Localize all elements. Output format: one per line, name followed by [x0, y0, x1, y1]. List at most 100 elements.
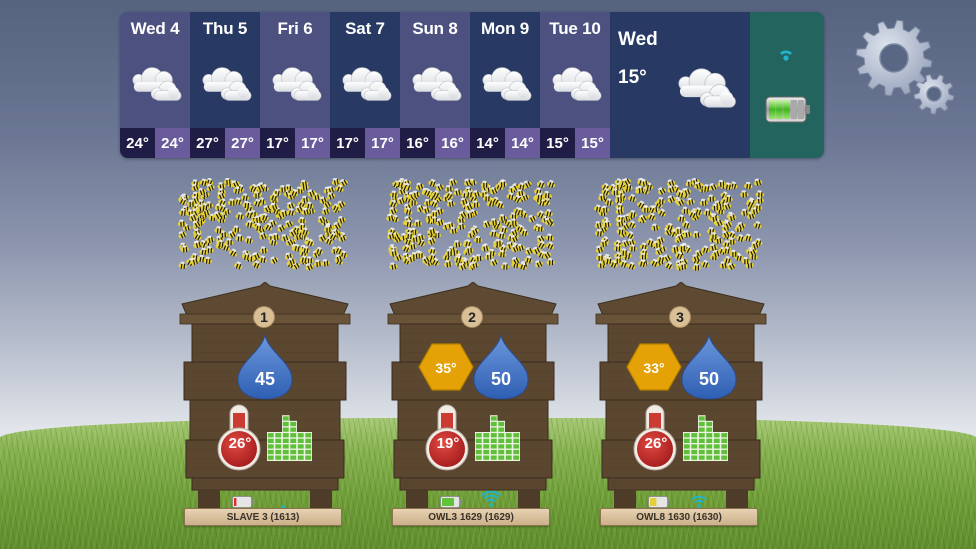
bee [389, 190, 399, 198]
bee [528, 214, 537, 223]
hive-card[interactable]: 1 45 26° SLAVE 3 (1613) [170, 178, 360, 528]
forecast-low: 24° [120, 128, 155, 158]
bee [674, 226, 684, 234]
hive-card[interactable]: 3 33° 50 26° OWL8 1630 (1630) [586, 178, 776, 528]
humidity-value: 45 [254, 369, 276, 389]
current-weather[interactable]: Wed 15° [610, 12, 750, 158]
wifi-icon [281, 505, 285, 509]
weather-panel: Wed 4 24° 24° Thu 5 27° 27° Fri 6 17° 17° S… [120, 12, 824, 158]
bee [703, 208, 712, 216]
cloudy-icon [412, 67, 462, 101]
bee [178, 261, 187, 269]
bee [600, 205, 610, 213]
bee [743, 233, 753, 242]
hive-number-badge: 1 [253, 306, 275, 328]
hive-card[interactable]: 2 35° 50 19° OWL3 1629 (1629) [378, 178, 568, 528]
bee [480, 180, 490, 188]
bee [692, 263, 701, 271]
bee [235, 234, 244, 242]
bee [596, 253, 605, 261]
bee [473, 235, 483, 244]
forecast-day[interactable]: Thu 5 27° 27° [190, 12, 260, 158]
bee [709, 243, 718, 251]
bee [244, 236, 253, 244]
humidity-drop-icon [681, 334, 737, 400]
bee [235, 212, 244, 220]
cloudy-icon [202, 67, 252, 101]
forecast-day-name: Tue 10 [549, 19, 601, 38]
bee [525, 247, 534, 255]
bee [389, 262, 398, 270]
wifi-icon [780, 50, 792, 61]
battery-fill [650, 498, 657, 506]
bee [627, 261, 636, 270]
bee [234, 261, 243, 270]
forecast-day[interactable]: Wed 4 24° 24° [120, 12, 190, 158]
forecast-low: 15° [540, 128, 575, 158]
hive-label: OWL8 1630 (1630) [600, 508, 758, 526]
bee [753, 178, 763, 186]
bee [707, 194, 716, 202]
bee [699, 198, 708, 207]
bee [542, 190, 552, 199]
forecast-day[interactable]: Fri 6 17° 17° [260, 12, 330, 158]
forecast-day[interactable]: Sun 8 16° 16° [400, 12, 470, 158]
bee [535, 260, 543, 268]
bee-swarm-icon [386, 178, 556, 271]
inner-temp-value: 26° [644, 435, 668, 452]
activity-bars-icon [683, 415, 728, 461]
forecast-high: 17° [295, 128, 330, 158]
settings-gears-icon[interactable] [852, 18, 956, 116]
forecast-low: 14° [470, 128, 505, 158]
cloudy-icon [132, 67, 182, 101]
forecast-high: 14° [505, 128, 540, 158]
bee-swarm-icon [178, 178, 348, 271]
activity-bars-icon [475, 415, 520, 461]
bee [681, 206, 690, 214]
battery-fill [234, 498, 237, 506]
forecast-day-name: Fri 6 [277, 19, 313, 38]
bee [701, 260, 710, 268]
bee [286, 208, 296, 216]
bee [313, 259, 323, 267]
cloudy-icon [552, 67, 602, 101]
bee [481, 244, 490, 252]
outer-temp-value: 33° [643, 360, 665, 376]
bee [628, 194, 637, 202]
forecast-high: 17° [365, 128, 400, 158]
bee [651, 223, 660, 231]
activity-bars-icon [267, 415, 312, 461]
bee [321, 259, 330, 267]
forecast-day[interactable]: Sat 7 17° 17° [330, 12, 400, 158]
forecast-low: 16° [400, 128, 435, 158]
bee [321, 207, 331, 215]
battery-icon [232, 496, 254, 508]
bee [546, 241, 554, 250]
bee [692, 230, 701, 239]
humidity-value: 50 [490, 369, 512, 389]
current-temp: 15° [618, 67, 647, 88]
bee [686, 197, 695, 206]
inner-temp-value: 26° [228, 435, 252, 452]
forecast-day[interactable]: Tue 10 15° 15° [540, 12, 610, 158]
bee [744, 181, 753, 190]
outer-temp-value: 35° [435, 360, 457, 376]
forecast-high: 27° [225, 128, 260, 158]
forecast-day-name: Sat 7 [345, 19, 385, 38]
forecast-high: 15° [575, 128, 610, 158]
cloudy-icon [678, 68, 737, 108]
hive-label: SLAVE 3 (1613) [184, 508, 342, 526]
bee [270, 256, 279, 264]
humidity-drop-icon [473, 334, 529, 400]
forecast-day[interactable]: Mon 9 14° 14° [470, 12, 540, 158]
forecast-day-name: Sun 8 [412, 19, 458, 38]
bee [729, 249, 739, 258]
bee [259, 246, 268, 254]
bee [225, 238, 234, 246]
forecast-high: 16° [435, 128, 470, 158]
bee [240, 193, 250, 201]
connection-status-panel [750, 12, 824, 158]
battery-cell [769, 100, 776, 119]
bee [453, 240, 462, 248]
bee [271, 232, 280, 241]
